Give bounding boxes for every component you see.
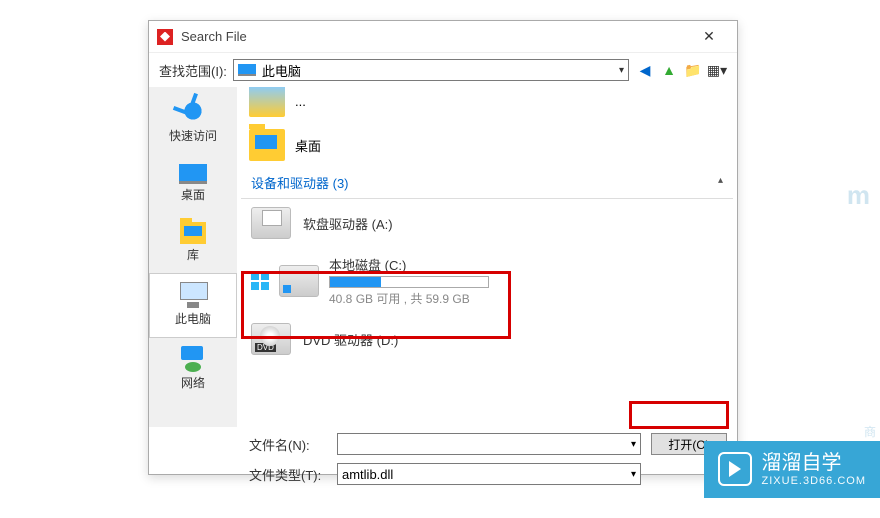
filetype-select[interactable]: amtlib.dll ▾ — [337, 463, 641, 485]
chevron-down-icon: ▾ — [631, 469, 636, 480]
filetype-label: 文件类型(T): — [249, 465, 327, 484]
quick-access-icon — [177, 97, 209, 125]
filetype-value: amtlib.dll — [342, 467, 393, 482]
this-pc-icon — [238, 64, 256, 76]
lookin-toolbar: ◀ ▲ 📁 ▦▾ — [635, 60, 727, 80]
footer: 文件名(N): ▾ 打开(O) 文件类型(T): amtlib.dll ▾ — [149, 427, 737, 495]
app-icon — [157, 29, 173, 45]
lookin-label: 查找范围(I): — [159, 61, 227, 80]
watermark-title: 溜溜自学 — [762, 451, 866, 475]
background-watermark-text: 商 — [864, 423, 876, 440]
site-watermark: 溜溜自学 ZIXUE.3D66.COM — [704, 441, 880, 498]
sidebar-item-desktop[interactable]: 桌面 — [149, 154, 237, 213]
sidebar-item-label: 此电脑 — [175, 310, 211, 327]
file-list[interactable]: ... 桌面 设备和驱动器 (3) ▴ 软盘驱动器 (A:) 本地磁 — [237, 87, 737, 427]
section-title: 设备和驱动器 (3) — [251, 176, 349, 191]
sidebar-item-label: 网络 — [181, 374, 205, 391]
background-watermark-letter: m — [847, 180, 870, 211]
close-button[interactable]: ✕ — [689, 25, 729, 49]
folder-label: ... — [295, 94, 306, 109]
back-icon[interactable]: ◀ — [635, 60, 655, 80]
chevron-down-icon: ▾ — [631, 439, 636, 450]
window-title: Search File — [181, 29, 689, 44]
filetype-row: 文件类型(T): amtlib.dll ▾ — [249, 463, 727, 485]
lookin-select[interactable]: 此电脑 ▾ — [233, 59, 629, 81]
view-menu-icon[interactable]: ▦▾ — [707, 60, 727, 80]
drive-floppy-a[interactable]: 软盘驱动器 (A:) — [241, 199, 733, 247]
folder-label: 桌面 — [295, 136, 321, 155]
sidebar-item-network[interactable]: 网络 — [149, 338, 237, 401]
folder-icon — [249, 87, 285, 117]
folder-icon — [249, 129, 285, 161]
drive-name: 软盘驱动器 (A:) — [303, 214, 393, 233]
highlight-c-drive — [241, 271, 511, 339]
lookin-value: 此电脑 — [262, 61, 301, 80]
sidebar-item-label: 快速访问 — [169, 127, 217, 144]
places-sidebar: 快速访问 桌面 库 此电脑 网络 — [149, 87, 237, 427]
sidebar-item-quick-access[interactable]: 快速访问 — [149, 91, 237, 154]
watermark-subtitle: ZIXUE.3D66.COM — [762, 475, 866, 488]
collapse-icon: ▴ — [718, 175, 723, 186]
floppy-drive-icon — [251, 207, 291, 239]
sidebar-item-label: 桌面 — [181, 186, 205, 203]
filename-label: 文件名(N): — [249, 435, 327, 454]
folder-item[interactable]: ... — [241, 87, 733, 123]
folder-item-desktop[interactable]: 桌面 — [241, 123, 733, 167]
close-icon: ✕ — [703, 28, 715, 45]
filename-row: 文件名(N): ▾ 打开(O) — [249, 433, 727, 455]
filename-input[interactable]: ▾ — [337, 433, 641, 455]
sidebar-item-label: 库 — [187, 246, 199, 263]
sidebar-item-this-pc[interactable]: 此电脑 — [149, 273, 237, 338]
network-icon — [177, 344, 209, 372]
this-pc-icon — [177, 280, 209, 308]
new-folder-icon[interactable]: 📁 — [683, 60, 703, 80]
chevron-down-icon: ▾ — [619, 65, 624, 76]
lookin-row: 查找范围(I): 此电脑 ▾ ◀ ▲ 📁 ▦▾ — [149, 53, 737, 87]
devices-section-header[interactable]: 设备和驱动器 (3) ▴ — [241, 167, 733, 199]
titlebar: Search File ✕ — [149, 21, 737, 53]
libraries-icon — [180, 222, 206, 244]
play-icon — [718, 452, 752, 486]
highlight-open-button — [629, 401, 729, 429]
sidebar-item-libraries[interactable]: 库 — [149, 213, 237, 273]
desktop-icon — [179, 164, 207, 184]
up-icon[interactable]: ▲ — [659, 60, 679, 80]
dialog-body: 快速访问 桌面 库 此电脑 网络 ... — [149, 87, 737, 427]
